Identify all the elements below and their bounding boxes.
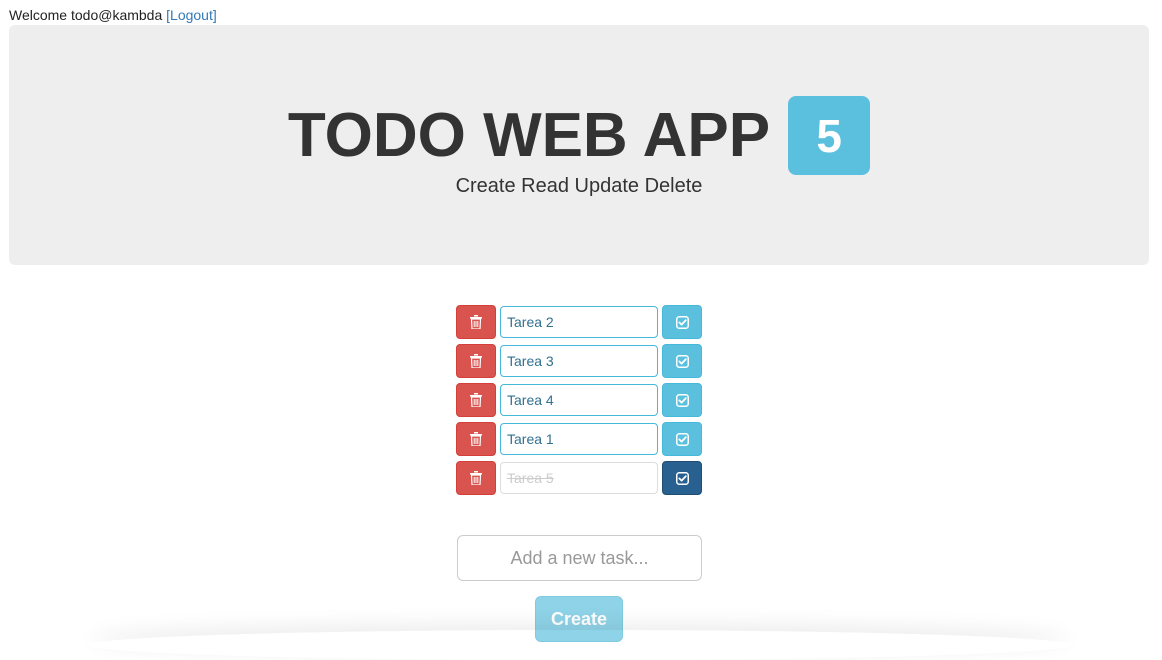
task-row — [456, 305, 702, 339]
welcome-bar: Welcome todo@kambda [Logout] — [9, 6, 217, 24]
check-square-icon — [675, 315, 689, 329]
new-task-input[interactable] — [457, 535, 702, 581]
task-row — [456, 422, 702, 456]
check-square-icon — [675, 393, 689, 407]
trash-icon — [470, 315, 482, 329]
welcome-text: Welcome todo@kambda — [9, 7, 163, 23]
complete-task-button[interactable] — [662, 383, 702, 417]
complete-task-button[interactable] — [662, 305, 702, 339]
complete-task-button[interactable] — [662, 344, 702, 378]
task-input[interactable] — [500, 423, 658, 455]
task-input-completed[interactable] — [500, 462, 658, 494]
task-list — [456, 305, 702, 500]
task-count-badge: 5 — [788, 96, 871, 175]
check-square-icon — [675, 354, 689, 368]
logout-link[interactable]: [Logout] — [166, 7, 217, 23]
trash-icon — [470, 432, 482, 446]
delete-task-button[interactable] — [456, 344, 496, 378]
trash-icon — [470, 354, 482, 368]
complete-task-button[interactable] — [662, 422, 702, 456]
task-row — [456, 383, 702, 417]
page-title: TODO WEB APP — [287, 100, 771, 170]
delete-task-button[interactable] — [456, 305, 496, 339]
delete-task-button[interactable] — [456, 461, 496, 495]
task-input[interactable] — [500, 345, 658, 377]
page-subtitle: Create Read Update Delete — [455, 175, 703, 197]
delete-task-button[interactable] — [456, 383, 496, 417]
create-button[interactable]: Create — [535, 596, 623, 642]
jumbotron: TODO WEB APP 5 Create Read Update Delete — [9, 25, 1149, 265]
delete-task-button[interactable] — [456, 422, 496, 456]
check-square-icon — [675, 432, 689, 446]
task-input[interactable] — [500, 384, 658, 416]
task-input[interactable] — [500, 306, 658, 338]
trash-icon — [470, 471, 482, 485]
task-row — [456, 461, 702, 495]
title-row: TODO WEB APP 5 — [9, 96, 1149, 175]
check-square-icon — [675, 471, 689, 485]
task-row — [456, 344, 702, 378]
complete-task-button-active[interactable] — [662, 461, 702, 495]
trash-icon — [470, 393, 482, 407]
